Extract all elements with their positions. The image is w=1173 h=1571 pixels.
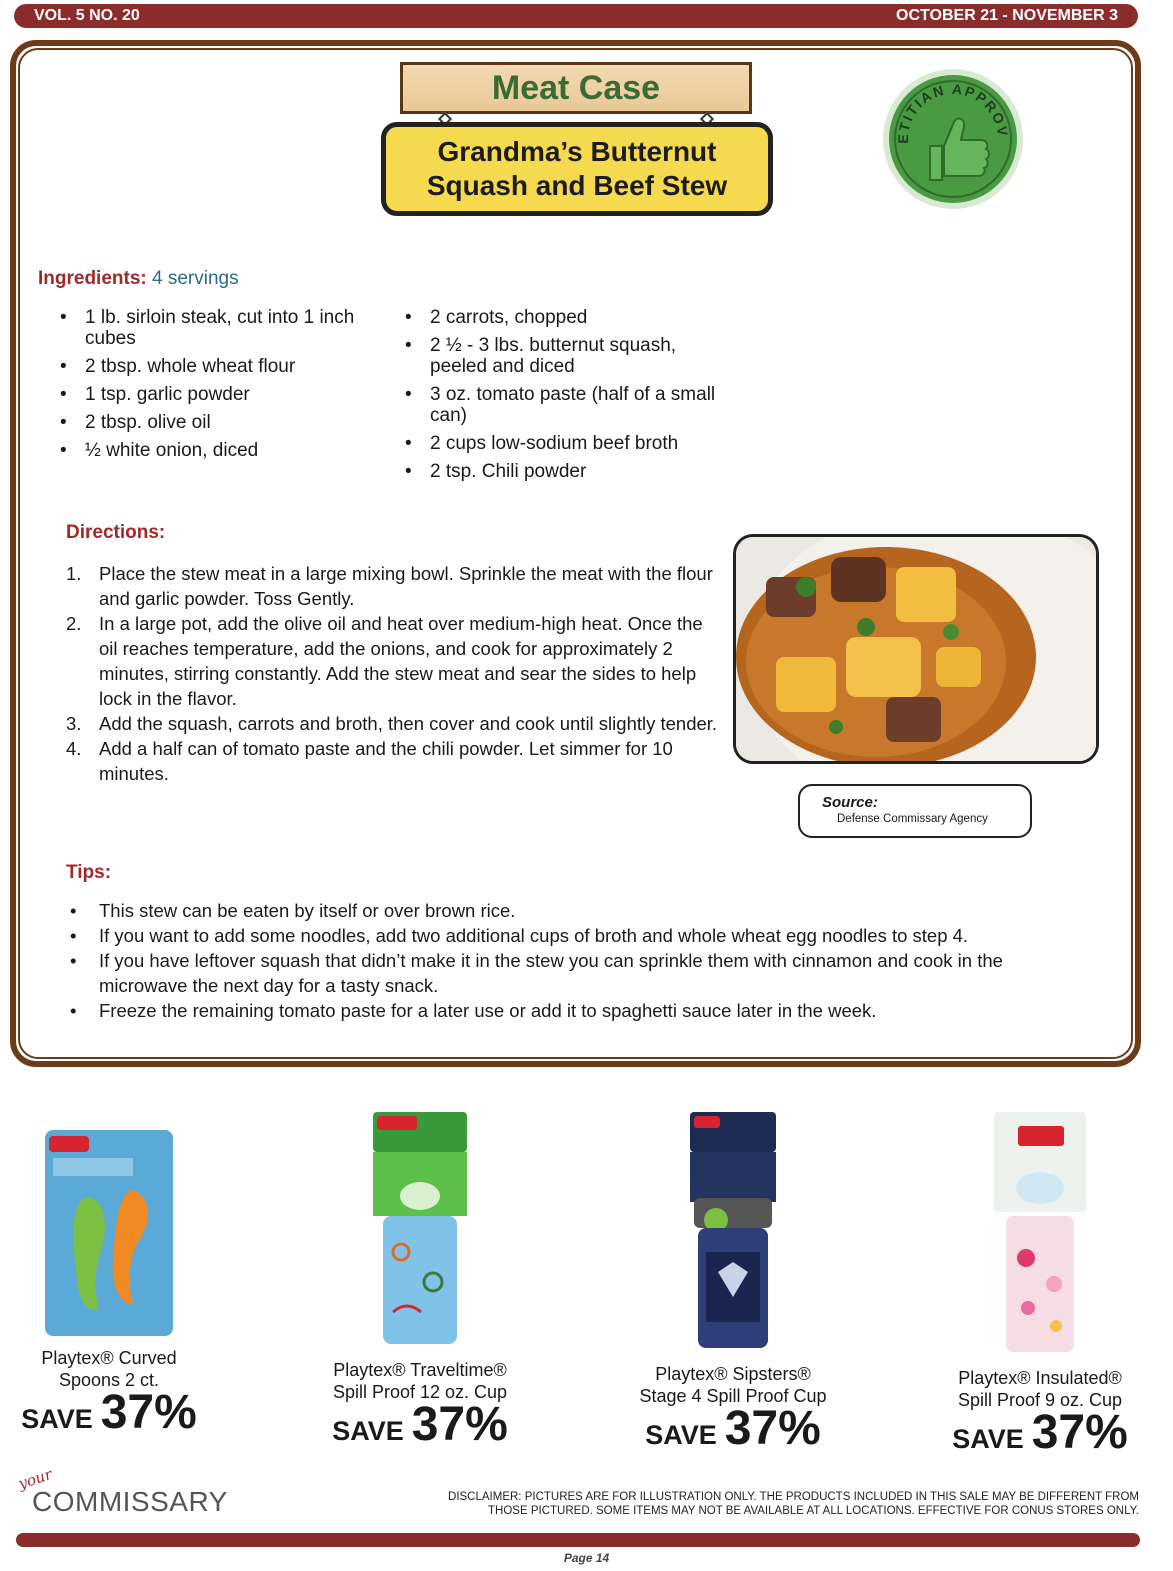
ingredient-item: 2 tbsp. olive oil bbox=[60, 412, 380, 433]
save-percent: 37% bbox=[724, 1402, 821, 1455]
product-name-line-1: Playtex® Insulated® bbox=[958, 1368, 1122, 1388]
recipe-title-line-1: Grandma’s Butternut bbox=[437, 136, 717, 167]
tip-item: If you want to add some noodles, add two… bbox=[66, 923, 1076, 948]
traveltime-cup-image bbox=[373, 1112, 467, 1344]
recipe-title: Grandma’s Butternut Squash and Beef Stew bbox=[381, 122, 773, 216]
direction-step: 4. Add a half can of tomato paste and the… bbox=[66, 736, 726, 786]
ingredient-item: 2 cups low-sodium beef broth bbox=[405, 433, 725, 454]
ingredient-item: 3 oz. tomato paste (half of a small can) bbox=[405, 384, 725, 426]
product-name-line-1: Playtex® Curved bbox=[41, 1348, 177, 1368]
save-percent: 37% bbox=[100, 1386, 197, 1439]
ingredient-item: 2 carrots, chopped bbox=[405, 307, 725, 328]
source-box: Source: Defense Commissary Agency bbox=[798, 784, 1032, 838]
ingredients-label: Ingredients: bbox=[38, 268, 147, 289]
recipe-title-line-2: Squash and Beef Stew bbox=[426, 170, 728, 201]
step-number: 3. bbox=[66, 713, 82, 734]
ingredient-item: 1 tsp. garlic powder bbox=[60, 384, 380, 405]
save-word: SAVE bbox=[952, 1424, 1024, 1454]
savings-badge: SAVE 37% bbox=[940, 1406, 1140, 1459]
step-number: 2. bbox=[66, 613, 82, 634]
dietitian-approved-badge: DIETITIAN APPROVED bbox=[880, 66, 1023, 209]
product-name-line-1: Playtex® Sipsters® bbox=[655, 1364, 811, 1384]
issue-header-bar: VOL. 5 NO. 20 OCTOBER 21 - NOVEMBER 3 bbox=[14, 4, 1138, 28]
direction-step: 3. Add the squash, carrots and broth, the… bbox=[66, 711, 726, 736]
ingredient-item: 2 ½ - 3 lbs. butternut squash, peeled an… bbox=[405, 335, 725, 377]
tips-list: This stew can be eaten by itself or over… bbox=[66, 898, 1076, 1023]
product-sipsters-cup[interactable]: Playtex® Sipsters® Stage 4 Spill Proof C… bbox=[630, 1112, 836, 1455]
sipsters-cup-image bbox=[690, 1112, 776, 1348]
savings-badge: SAVE 37% bbox=[630, 1402, 836, 1455]
save-word: SAVE bbox=[21, 1404, 93, 1434]
step-text: In a large pot, add the olive oil and he… bbox=[99, 613, 703, 709]
step-text: Place the stew meat in a large mixing bo… bbox=[99, 563, 713, 609]
step-text: Add a half can of tomato paste and the c… bbox=[99, 738, 673, 784]
meat-case-sign: Meat Case bbox=[400, 62, 752, 114]
footer-bar bbox=[16, 1533, 1140, 1547]
ingredients-heading: Ingredients: 4 servings bbox=[38, 268, 239, 290]
source-value: Defense Commissary Agency bbox=[837, 813, 988, 825]
direction-step: 2. In a large pot, add the olive oil and … bbox=[66, 611, 726, 711]
step-number: 1. bbox=[66, 563, 82, 584]
save-word: SAVE bbox=[645, 1420, 717, 1450]
product-traveltime-cup[interactable]: Playtex® Traveltime® Spill Proof 12 oz. … bbox=[320, 1112, 520, 1451]
tip-item: Freeze the remaining tomato paste for a … bbox=[66, 998, 1076, 1023]
ingredients-list-right: 2 carrots, chopped 2 ½ - 3 lbs. butternu… bbox=[405, 307, 725, 489]
tip-item: If you have leftover squash that didn’t … bbox=[66, 948, 1076, 998]
step-text: Add the squash, carrots and broth, then … bbox=[99, 713, 718, 734]
page-number: Page 14 bbox=[563, 1551, 610, 1565]
ingredients-list-left: 1 lb. sirloin steak, cut into 1 inch cub… bbox=[60, 307, 380, 468]
savings-badge: SAVE 37% bbox=[18, 1386, 200, 1439]
date-range: OCTOBER 21 - NOVEMBER 3 bbox=[896, 7, 1118, 24]
directions-list: 1. Place the stew meat in a large mixing … bbox=[66, 561, 726, 786]
product-insulated-cup[interactable]: Playtex® Insulated® Spill Proof 9 oz. Cu… bbox=[940, 1112, 1140, 1459]
ingredient-item: 2 tsp. Chili powder bbox=[405, 461, 725, 482]
save-word: SAVE bbox=[332, 1416, 404, 1446]
ingredient-item: ½ white onion, diced bbox=[60, 440, 380, 461]
ingredient-item: 2 tbsp. whole wheat flour bbox=[60, 356, 380, 377]
product-name-line-1: Playtex® Traveltime® bbox=[333, 1360, 507, 1380]
save-percent: 37% bbox=[1031, 1406, 1128, 1459]
commissary-logo: your COMMISSARY bbox=[16, 1465, 227, 1526]
servings-count: 4 servings bbox=[152, 268, 239, 289]
logo-brand: COMMISSARY bbox=[32, 1486, 228, 1517]
product-curved-spoons[interactable]: Playtex® Curved Spoons 2 ct. SAVE 37% bbox=[18, 1130, 200, 1439]
insulated-cup-image bbox=[994, 1112, 1086, 1352]
spoons-package-image bbox=[45, 1130, 173, 1336]
ingredient-item: 1 lb. sirloin steak, cut into 1 inch cub… bbox=[60, 307, 380, 349]
tip-item: This stew can be eaten by itself or over… bbox=[66, 898, 1076, 923]
directions-heading: Directions: bbox=[66, 522, 166, 543]
disclaimer-text: DISCLAIMER: PICTURES ARE FOR ILLUSTRATIO… bbox=[448, 1491, 1139, 1517]
tips-heading: Tips: bbox=[66, 862, 112, 883]
volume-number: VOL. 5 NO. 20 bbox=[34, 7, 140, 24]
source-label: Source: bbox=[822, 794, 878, 811]
direction-step: 1. Place the stew meat in a large mixing … bbox=[66, 561, 726, 611]
step-number: 4. bbox=[66, 738, 82, 759]
save-percent: 37% bbox=[411, 1398, 508, 1451]
savings-badge: SAVE 37% bbox=[320, 1398, 520, 1451]
stew-photo bbox=[733, 534, 1099, 764]
